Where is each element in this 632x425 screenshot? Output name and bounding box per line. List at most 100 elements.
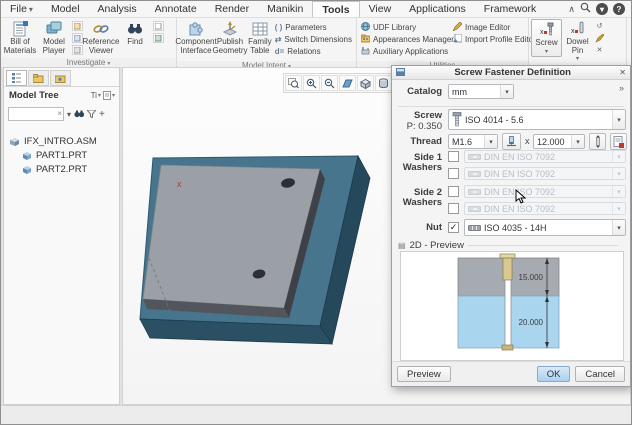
component-interface-button[interactable]: Component Interface: [179, 19, 213, 55]
screw-length-button[interactable]: [589, 133, 606, 150]
tab-tools[interactable]: Tools: [312, 1, 359, 17]
catalog-select[interactable]: mm ▾: [448, 84, 514, 99]
dialog-title-bar[interactable]: Screw Fastener Definition ✕: [392, 66, 630, 80]
side1-washer2-checkbox[interactable]: [448, 168, 459, 179]
dowel-pin-button[interactable]: x Dowel Pin ▾: [562, 19, 593, 64]
thread-length-select[interactable]: 12.000 ▾: [533, 134, 585, 149]
model-tree-tab[interactable]: [6, 70, 27, 86]
image-editor-button[interactable]: Image Editor: [453, 22, 527, 33]
help-icon[interactable]: ?: [613, 3, 625, 15]
find-in-tree-icon[interactable]: [74, 105, 84, 123]
thread-label: Thread: [396, 136, 442, 147]
screw-select[interactable]: ISO 4014 - 5.6 ▾: [448, 109, 626, 130]
display-style-icon[interactable]: [375, 75, 392, 91]
saved-orientations-icon[interactable]: [357, 75, 374, 91]
publish-geometry-label: Publish Geometry: [212, 38, 247, 55]
tab-framework[interactable]: Framework: [475, 1, 546, 17]
delete-fastener-icon[interactable]: ✕: [594, 45, 605, 55]
catalog-label: Catalog: [396, 86, 442, 97]
parameters-button[interactable]: ( ) Parameters: [275, 22, 352, 33]
nut-checkbox[interactable]: ✓: [448, 222, 459, 233]
tree-columns-button[interactable]: Ti▾: [91, 91, 101, 100]
clear-search-icon[interactable]: ×: [57, 108, 62, 120]
preview-section-header[interactable]: ▤ 2D - Preview: [398, 240, 618, 251]
tree-item-label: PART2.PRT: [36, 164, 87, 175]
pencil-icon: [453, 22, 462, 33]
tab-annotate[interactable]: Annotate: [146, 1, 206, 17]
washer-icon: [468, 206, 481, 212]
tree-item-part2[interactable]: PART2.PRT: [9, 162, 119, 176]
sync-status-icon[interactable]: ▾: [596, 3, 608, 15]
tree-item-assembly[interactable]: IFX_INTRO.ASM: [9, 134, 119, 148]
tab-analysis[interactable]: Analysis: [89, 1, 146, 17]
refit-icon[interactable]: [339, 75, 356, 91]
navigator-panel: Model Tree Ti▾ ▾ × ▾ + IFX_INTR: [3, 67, 120, 405]
bill-of-materials-button[interactable]: Bill of Materials: [3, 19, 37, 55]
side2-washer2-checkbox[interactable]: [448, 203, 459, 214]
mini-tool-button[interactable]: [153, 33, 164, 43]
preview-screw-nut: [502, 345, 513, 350]
switch-dimensions-label: Switch Dimensions: [284, 35, 352, 44]
search-options-icon[interactable]: ▾: [67, 110, 71, 119]
favorites-tab[interactable]: [50, 70, 71, 86]
tree-item-part1[interactable]: PART1.PRT: [9, 148, 119, 162]
family-table-button[interactable]: Family Table: [247, 19, 273, 55]
screw-value: ISO 4014 - 5.6: [465, 115, 524, 125]
dowel-pin-icon: x: [570, 20, 586, 37]
ok-button[interactable]: OK: [537, 366, 571, 382]
model-player-button[interactable]: Model Player: [37, 19, 71, 55]
tree-search-box: ×: [8, 107, 64, 121]
screw-button[interactable]: x Screw ▾: [531, 19, 562, 57]
udf-library-button[interactable]: UDF Library: [361, 22, 449, 33]
regenerate-fasteners-icon[interactable]: ↺: [594, 21, 605, 31]
tab-applications[interactable]: Applications: [400, 1, 475, 17]
thread-size-select[interactable]: M1.6 ▾: [448, 134, 498, 149]
mini-tool-button[interactable]: [72, 21, 83, 31]
auxiliary-applications-button[interactable]: Auxiliary Applications: [361, 46, 449, 57]
tab-manikin[interactable]: Manikin: [258, 1, 312, 17]
relations-button[interactable]: d= Relations: [275, 46, 352, 57]
thread-depth-button[interactable]: [502, 133, 521, 150]
datum-point-marker[interactable]: x: [177, 179, 182, 189]
tab-model[interactable]: Model: [42, 1, 89, 17]
folder-browser-tab[interactable]: [28, 70, 49, 86]
zoom-out-icon[interactable]: [321, 75, 338, 91]
screw-glyph-icon: [452, 112, 462, 127]
close-icon[interactable]: ✕: [619, 68, 626, 77]
side1-washer1-checkbox[interactable]: [448, 151, 459, 162]
side2-washer1-checkbox[interactable]: [448, 186, 459, 197]
filter-icon[interactable]: [87, 105, 96, 123]
chevron-down-icon: ▾: [612, 168, 625, 179]
expand-settings-icon[interactable]: +: [99, 109, 105, 120]
search-icon[interactable]: [580, 2, 591, 16]
mini-tool-button[interactable]: [72, 45, 83, 55]
tab-file[interactable]: File▾: [1, 1, 42, 17]
nut-select[interactable]: ISO 4035 - 14H ▾: [464, 219, 626, 236]
publish-geometry-button[interactable]: Publish Geometry: [213, 19, 247, 55]
relations-label: Relations: [287, 47, 320, 56]
auto-placement-button[interactable]: [610, 133, 627, 150]
tab-render[interactable]: Render: [206, 1, 258, 17]
tree-search-input[interactable]: [9, 112, 63, 124]
zoom-region-icon[interactable]: [285, 75, 302, 91]
redefine-fastener-icon[interactable]: [594, 33, 605, 43]
switch-dimensions-button[interactable]: ⇄ Switch Dimensions: [275, 34, 352, 45]
tab-view[interactable]: View: [360, 1, 401, 17]
appearances-manager-button[interactable]: Appearances Manager: [361, 34, 449, 45]
collapse-section-icon[interactable]: ▤: [398, 241, 406, 250]
collapse-ribbon-icon[interactable]: ∧: [568, 2, 575, 16]
zoom-in-icon[interactable]: [303, 75, 320, 91]
tree-settings-button[interactable]: ▾: [103, 91, 115, 100]
mini-tool-button[interactable]: [72, 33, 83, 43]
expand-options-icon[interactable]: »: [619, 83, 624, 93]
reference-viewer-button[interactable]: Reference Viewer: [84, 19, 118, 55]
chevron-down-icon: ▾: [576, 55, 579, 64]
group-utilities: UDF Library Appearances Manager Auxiliar…: [357, 18, 529, 66]
cancel-button[interactable]: Cancel: [575, 366, 625, 382]
mini-tool-button[interactable]: [153, 21, 164, 31]
preview-button[interactable]: Preview: [397, 366, 451, 382]
side2-washer2-select: DIN EN ISO 7092 ▾: [464, 202, 626, 215]
chain-link-icon: [93, 20, 109, 37]
find-button[interactable]: Find: [118, 19, 152, 47]
import-profile-editor-button[interactable]: Import Profile Editor: [453, 34, 527, 45]
